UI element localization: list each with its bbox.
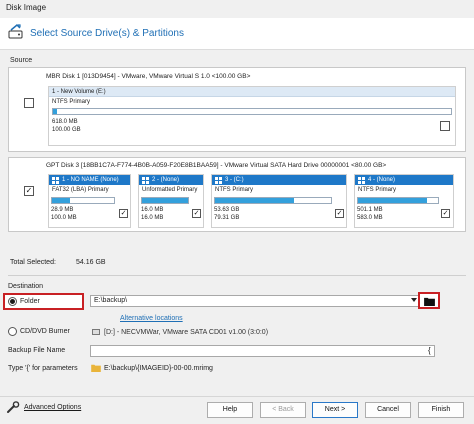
partition-2-checkbox[interactable]: ✓ [192,209,201,218]
alternative-locations-link[interactable]: Alternative locations [120,315,183,322]
backup-file-name-label: Backup File Name [8,347,66,354]
partition-name: 4 - (None) [368,177,396,183]
type-hint: Type '{' for parameters [8,365,78,372]
partition-name: 2 - (None) [152,177,180,183]
partition-1-used: 28.9 MB [51,207,74,213]
partition-3-usage-bar [214,197,332,204]
disk1-partition[interactable]: 1 - New Volume (E:) NTFS Primary [48,86,456,146]
check-icon: ✓ [120,210,127,217]
total-selected-value: 54.16 GB [76,259,106,266]
disk1-total: 100.00 GB [52,127,81,133]
partition-1-usage-fill [52,198,70,203]
disk1-title: MBR Disk 1 [013D9454] - VMware, VMware V… [46,73,251,80]
page-title: Select Source Drive(s) & Partitions [30,28,184,39]
total-selected-label: Total Selected: [10,259,56,266]
help-button[interactable]: Help [207,402,253,418]
finish-button[interactable]: Finish [418,402,464,418]
partition-2-usage-bar [141,197,189,204]
folder-icon [91,364,101,372]
disk1-partition-checkbox[interactable] [440,121,450,131]
partition-4-total: 583.0 MB [357,215,383,221]
source-label: Source [10,57,33,64]
folder-radio[interactable] [8,297,17,306]
optical-drive-icon [92,329,100,335]
partition-2-used: 16.0 MB [141,207,164,213]
browse-folder-button[interactable] [418,292,440,309]
disk-image-icon [8,24,23,39]
destination-label: Destination [8,283,44,290]
partition-1-total: 100.0 MB [51,215,77,221]
partition-2-usage-fill [142,198,188,203]
check-icon: ✓ [25,186,33,195]
folder-path-combo[interactable]: E:\backup\ [90,295,420,307]
cancel-button[interactable]: Cancel [365,402,411,418]
disk1-partition-fs: NTFS Primary [52,99,90,105]
disk1-partition-name: 1 - New Volume (E:) [49,87,455,97]
disk1-used: 618.0 MB [52,119,78,125]
check-icon: ✓ [336,210,343,217]
partition-fs: NTFS Primary [358,187,396,193]
partition-2-total: 16.0 MB [141,215,164,221]
next-button[interactable]: Next > [312,402,358,418]
footer-divider [0,396,474,397]
folder-label: Folder [20,298,40,305]
wrench-icon [7,401,20,413]
check-icon: ✓ [442,210,449,217]
divider [8,275,466,276]
chevron-down-icon[interactable] [411,298,417,302]
windows-icon [142,176,149,184]
disk2-title: GPT Disk 3 [18BB1C7A-F774-4B0B-A059-F20E… [46,162,387,169]
partition-1-checkbox[interactable]: ✓ [119,209,128,218]
partition-4-usage-bar [357,197,439,204]
partition-fs: NTFS Primary [215,187,253,193]
partition-3-total: 79.31 GB [214,215,240,221]
windows-icon [358,176,365,184]
brace-glyph: { [428,346,431,355]
partition-3-usage-fill [215,198,294,203]
partition-4-used: 501.1 MB [357,207,383,213]
partition-1-usage-bar [51,197,115,204]
back-button[interactable]: < Back [260,402,306,418]
partition-name: 1 - NO NAME (None) [62,177,119,183]
windows-icon [215,176,222,184]
disk1-usage-bar [52,108,452,115]
partition-4-checkbox[interactable]: ✓ [441,209,450,218]
cd-dvd-value[interactable]: [D:] - NECVMWar, VMware SATA CD01 v1.00 … [104,329,268,336]
advanced-options-link[interactable]: Advanced Options [24,404,81,411]
folder-icon [424,297,435,306]
partition-name: 3 - (C:) [225,177,244,183]
disk1-checkbox[interactable] [24,98,34,108]
partition-4-usage-fill [358,198,427,203]
window-title: Disk Image [6,3,47,12]
partition-3-used: 53.63 GB [214,207,240,213]
check-icon: ✓ [193,210,200,217]
folder-path-value: E:\backup\ [94,297,128,304]
windows-icon [52,176,59,184]
disk1-usage-fill [53,109,57,114]
partition-fs: Unformatted Primary [142,187,198,193]
backup-path-preview: E:\backup\{IMAGEID}-00-00.mrimg [104,365,213,372]
backup-file-name-input[interactable] [90,345,435,357]
partition-3-checkbox[interactable]: ✓ [335,209,344,218]
disk2-checkbox[interactable]: ✓ [24,186,34,196]
cd-dvd-label: CD/DVD Burner [20,328,70,335]
cd-dvd-radio[interactable] [8,327,17,336]
partition-fs: FAT32 (LBA) Primary [52,187,109,193]
radio-dot [10,299,15,304]
